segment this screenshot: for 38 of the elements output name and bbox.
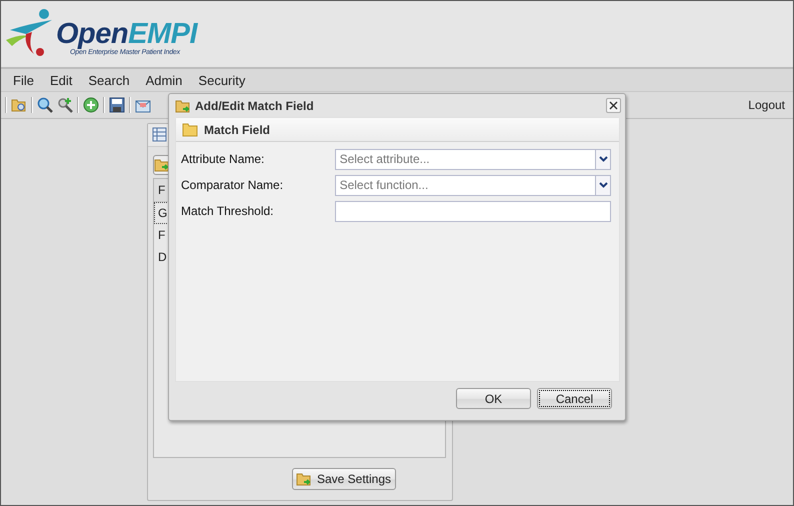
dialog-button[interactable]: Cancel — [537, 388, 612, 409]
field-label: Attribute Name: — [181, 152, 266, 166]
folder-arrow-icon — [175, 98, 191, 114]
save-icon[interactable] — [109, 97, 125, 113]
dropdown-button[interactable] — [595, 174, 611, 196]
save-settings-button[interactable]: Save Settings — [292, 468, 396, 490]
logout-link[interactable]: Logout — [748, 98, 785, 112]
dialog-title: Add/Edit Match Field — [195, 98, 314, 112]
add-icon[interactable] — [83, 97, 99, 113]
dropdown-button[interactable] — [595, 148, 611, 170]
menu-item[interactable]: Security — [190, 72, 254, 88]
close-icon — [609, 101, 618, 110]
close-button[interactable] — [606, 98, 621, 113]
menu-item[interactable]: Search — [80, 72, 138, 88]
caret-icon — [598, 182, 608, 188]
caret-icon — [598, 156, 608, 162]
table-cell: D — [158, 250, 167, 264]
logo-wordmark: OpenEMPI — [56, 18, 198, 48]
menu-item[interactable]: Edit — [42, 72, 80, 88]
section-title: Match Field — [204, 122, 270, 136]
menu-item[interactable]: File — [5, 72, 42, 88]
folder-arrow-icon — [296, 471, 312, 487]
folder-icon — [182, 122, 198, 136]
select-field[interactable]: Select attribute... — [334, 148, 595, 170]
search-icon[interactable] — [37, 97, 53, 113]
zoom-in-icon[interactable] — [57, 97, 73, 113]
select-field[interactable]: Select function... — [334, 174, 595, 196]
folder-arrow-icon — [154, 157, 170, 173]
table-settings-icon — [152, 127, 168, 143]
field-label: Comparator Name: — [181, 178, 284, 192]
table-cell: F — [158, 228, 166, 242]
table-cell: G — [158, 206, 168, 220]
menu-item[interactable]: Admin — [138, 72, 190, 88]
column-header: F — [158, 183, 166, 197]
folder-search-icon[interactable] — [11, 97, 27, 113]
input-field[interactable] — [334, 200, 611, 222]
field-label: Match Threshold: — [181, 204, 274, 218]
dialog-button[interactable]: OK — [456, 388, 531, 409]
